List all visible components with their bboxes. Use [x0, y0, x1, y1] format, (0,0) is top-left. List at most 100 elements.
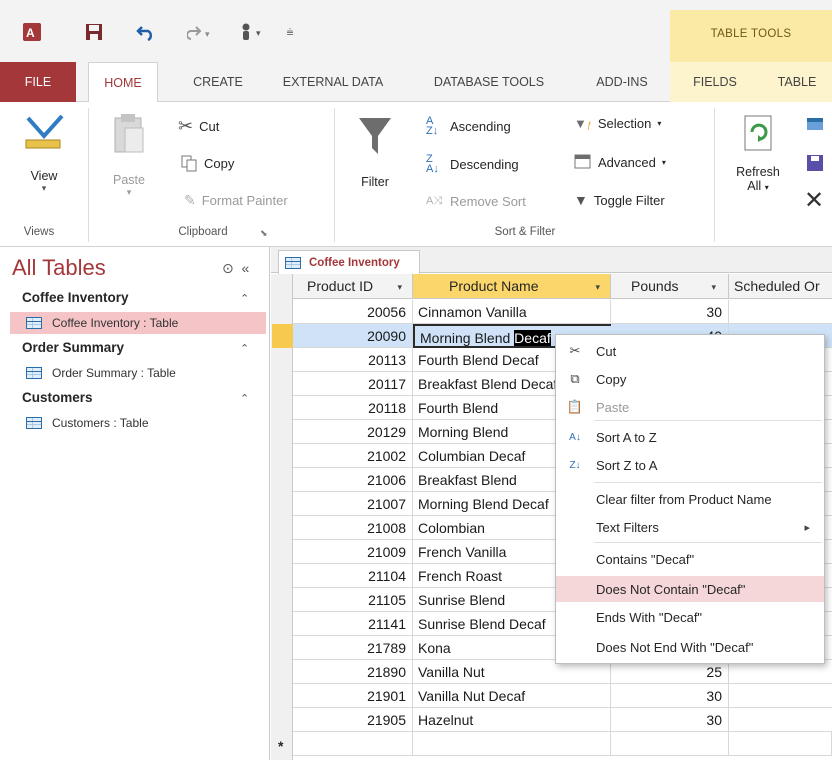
cell-product-id[interactable]: 21002 [293, 444, 413, 468]
new-record-cell[interactable] [611, 732, 729, 756]
ribbon-separator [334, 108, 335, 242]
nav-group-customers[interactable]: Customers [22, 390, 93, 405]
format-painter-button[interactable]: ✎ Format Painter [184, 192, 288, 209]
nav-pane-title[interactable]: All Tables [12, 255, 106, 281]
cell-product-id[interactable]: 21141 [293, 612, 413, 636]
copy-button[interactable]: Copy [180, 154, 234, 172]
cell-product-id[interactable]: 20056 [293, 300, 413, 324]
context-menu-item[interactable]: Text Filters ▸ [556, 514, 824, 540]
tab-file[interactable]: FILE [0, 62, 76, 102]
context-menu-item[interactable]: Ends With "Decaf" [556, 604, 824, 630]
column-dropdown-icon[interactable]: ▾ [397, 282, 402, 293]
column-dropdown-icon[interactable]: ▾ [711, 282, 716, 293]
toggle-filter-button[interactable]: ▼ Toggle Filter [574, 192, 665, 208]
cell-product-id[interactable]: 21890 [293, 660, 413, 684]
selection-filter-icon: ▼ƒ [574, 116, 592, 131]
cell-scheduled-order[interactable] [729, 300, 832, 324]
context-menu-item[interactable]: ⧉ Copy [556, 366, 824, 392]
redo-icon[interactable]: ▾ [186, 20, 216, 44]
context-menu-item[interactable]: Does Not Contain "Decaf" [556, 576, 824, 602]
delete-record-icon[interactable]: ✕ [804, 186, 824, 215]
cell-product-id[interactable]: 21104 [293, 564, 413, 588]
new-record-cell[interactable] [293, 732, 413, 756]
tab-database-tools[interactable]: DATABASE TOOLS [414, 62, 564, 102]
cell-scheduled-order[interactable] [729, 684, 832, 708]
tab-fields[interactable]: FIELDS [682, 62, 748, 102]
context-menu-item[interactable]: Clear filter from Product Name [556, 486, 824, 512]
save-record-icon[interactable] [806, 154, 826, 175]
new-record-icon[interactable] [806, 116, 826, 135]
format-painter-icon: ✎ [184, 192, 196, 208]
svg-text:▾: ▾ [256, 28, 261, 38]
selection-button[interactable]: ▼ƒ Selection ▾ [574, 116, 661, 131]
nav-group-coffee-inventory[interactable]: Coffee Inventory [22, 290, 129, 305]
context-menu-item[interactable]: Z↓ Sort Z to A [556, 452, 824, 478]
cut-button[interactable]: ✂ Cut [178, 116, 219, 137]
copy-icon: ⧉ [570, 371, 580, 386]
tab-external-data[interactable]: EXTERNAL DATA [270, 62, 396, 102]
column-header-scheduled-order[interactable]: Scheduled Or [729, 274, 832, 299]
touch-mode-icon[interactable]: ▾ [236, 20, 270, 44]
collapse-group-icon[interactable]: ⌃ [240, 392, 249, 405]
cell-product-id[interactable]: 20117 [293, 372, 413, 396]
nav-group-order-summary[interactable]: Order Summary [22, 340, 124, 355]
customize-toolbar-icon[interactable]: ⩧ [282, 20, 298, 44]
record-selector-current[interactable] [272, 324, 293, 348]
column-dropdown-icon[interactable]: ▾ [595, 282, 600, 293]
cell-pounds[interactable]: 30 [611, 300, 729, 324]
tab-add-ins[interactable]: ADD-INS [582, 62, 662, 102]
cell-product-name[interactable]: Vanilla Nut Decaf [413, 684, 611, 708]
advanced-button[interactable]: Advanced ▾ [574, 154, 666, 170]
new-record-cell[interactable] [729, 732, 832, 756]
cell-product-id[interactable]: 21008 [293, 516, 413, 540]
table-icon [285, 256, 301, 269]
tab-table[interactable]: TABLE [762, 62, 832, 102]
save-icon[interactable] [82, 20, 106, 44]
cell-product-id[interactable]: 21009 [293, 540, 413, 564]
cell-pounds[interactable]: 30 [611, 684, 729, 708]
cell-product-name[interactable]: Hazelnut [413, 708, 611, 732]
tab-create[interactable]: CREATE [176, 62, 260, 102]
context-menu-item[interactable]: Contains "Decaf" [556, 546, 824, 572]
undo-icon[interactable] [134, 20, 158, 44]
nav-item-coffee-inventory-table[interactable]: Coffee Inventory : Table [10, 312, 266, 334]
tab-home[interactable]: HOME [88, 62, 158, 103]
cell-product-id[interactable]: 21789 [293, 636, 413, 660]
cell-product-id[interactable]: 20118 [293, 396, 413, 420]
context-menu-item[interactable]: Does Not End With "Decaf" [556, 634, 824, 660]
cell-product-id[interactable]: 20113 [293, 348, 413, 372]
access-app-icon[interactable]: A [20, 20, 44, 44]
nav-menu-icon[interactable]: ⊙ [222, 260, 234, 276]
view-button[interactable]: View ▾ [18, 110, 70, 194]
cell-product-id[interactable]: 21006 [293, 468, 413, 492]
cell-product-id[interactable]: 20090 [293, 324, 413, 348]
collapse-group-icon[interactable]: ⌃ [240, 292, 249, 305]
filter-button[interactable]: Filter [350, 114, 400, 189]
clipboard-launcher-icon[interactable]: ⬊ [260, 228, 268, 239]
ascending-button[interactable]: A Z↓ Ascending [426, 116, 511, 137]
column-header-pounds[interactable]: Pounds ▾ [611, 274, 729, 299]
column-header-product-name[interactable]: Product Name ▾ [413, 274, 611, 299]
refresh-all-button[interactable]: Refresh All ▾ [728, 114, 788, 193]
cell-pounds[interactable]: 30 [611, 708, 729, 732]
cell-product-id[interactable]: 21901 [293, 684, 413, 708]
column-header-product-id[interactable]: Product ID ▾ [293, 274, 413, 299]
cell-scheduled-order[interactable] [729, 708, 832, 732]
descending-button[interactable]: Z A↓ Descending [426, 154, 519, 175]
cell-product-id[interactable]: 21007 [293, 492, 413, 516]
nav-item-order-summary-table[interactable]: Order Summary : Table [10, 362, 266, 384]
collapse-group-icon[interactable]: ⌃ [240, 342, 249, 355]
cell-product-id[interactable]: 21905 [293, 708, 413, 732]
cell-product-id[interactable]: 20129 [293, 420, 413, 444]
context-menu-item[interactable]: 📋 Paste [556, 394, 824, 420]
doc-tab-coffee-inventory[interactable]: Coffee Inventory [278, 250, 420, 274]
nav-item-customers-table[interactable]: Customers : Table [10, 412, 266, 434]
context-menu-item[interactable]: A↓ Sort A to Z [556, 424, 824, 450]
remove-sort-button[interactable]: A⤨ Remove Sort [426, 194, 526, 209]
context-menu-item[interactable]: ✂ Cut [556, 338, 824, 364]
collapse-nav-icon[interactable]: « [242, 260, 250, 276]
cell-product-name[interactable]: Cinnamon Vanilla [413, 300, 611, 324]
paste-button[interactable]: Paste ▾ [100, 112, 158, 198]
cell-product-id[interactable]: 21105 [293, 588, 413, 612]
new-record-cell[interactable] [413, 732, 611, 756]
